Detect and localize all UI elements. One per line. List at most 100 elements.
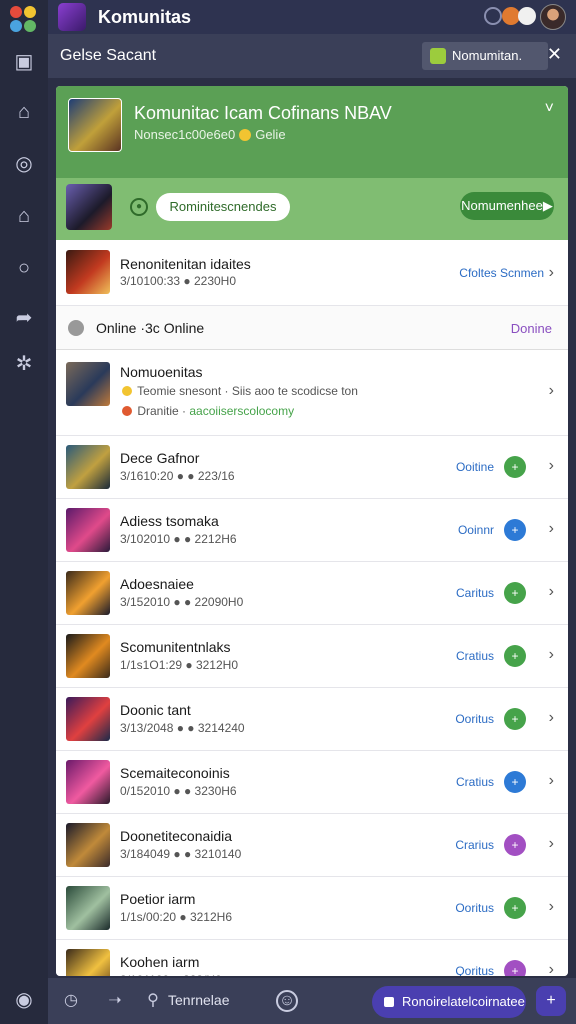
clock-icon[interactable]: ◷ [60,990,82,1012]
notification-icon[interactable] [518,7,536,25]
building-icon[interactable]: ⌂ [12,204,36,228]
compose-button[interactable]: + [536,986,566,1016]
search-icon[interactable]: ⚲ [142,990,164,1012]
member-action-button[interactable]: + [504,645,526,667]
member-row[interactable]: Koohen iarm 3/101100 ● 323/H0 Qoritus + › [56,940,568,976]
member-action-button[interactable]: + [504,771,526,793]
chevron-right-icon[interactable]: › [549,382,554,400]
home-icon[interactable]: ⌂ [12,100,36,124]
community-thumbnail [66,250,110,294]
featured-thumbnail [66,362,110,406]
member-status[interactable]: Ooinnr [458,523,494,537]
hero-title: Komunitac Icam Cofinans NBAV [134,103,392,123]
hero-banner: Komunitac Icam Cofinans NBAV Nonsec1c00e… [56,86,568,178]
collapse-icon[interactable]: ˅ [545,100,554,118]
account-icon[interactable]: ◉ [12,988,36,1012]
member-meta: 1/1s1O1:29 ● 3212H0 [120,658,238,672]
member-row[interactable]: Scemaiteconoinis 0/152010 ● ● 3230H6 Crati… [56,751,568,814]
search-icon[interactable]: ○ [12,256,36,280]
member-action-button[interactable]: + [504,456,526,478]
action-thumbnail [66,184,112,230]
chevron-right-icon[interactable]: › [549,709,554,727]
member-status[interactable]: Cratius [456,649,494,663]
featured-line2: Dranitie · aacoiiserscolocomy [120,404,294,418]
member-action-button[interactable]: + [504,897,526,919]
hero-subtitle: Nonsec1c00e6e0 Gelie [134,127,286,142]
member-row[interactable]: Doonetiteconaidia 3/184049 ● ● 3210140 Cra… [56,814,568,877]
member-row[interactable]: Doonic tant 3/13/2048 ● ● 3214240 Ooritus +… [56,688,568,751]
app-logo-icon[interactable] [10,6,38,34]
member-name: Adiess tsomaka [120,513,219,529]
sub-header: Gelse Sacant Nomumitan. ✕ [48,34,576,78]
member-status[interactable]: Cratius [456,775,494,789]
hero-thumbnail [68,98,122,152]
settings-icon[interactable]: ✲ [12,352,36,376]
member-thumbnail [66,949,110,976]
member-meta: 3/13/2048 ● ● 3214240 [120,721,245,735]
community-avatar[interactable] [58,3,86,31]
member-action-button[interactable]: + [504,582,526,604]
hero-subtitle-b: Gelie [255,127,286,142]
radio-icon[interactable]: ● [130,198,148,216]
chevron-right-icon[interactable]: › [549,264,554,282]
inbox-icon[interactable]: ▣ [12,50,36,74]
member-thumbnail [66,508,110,552]
member-status[interactable]: Crarius [455,838,494,852]
featured-name: Nomuoenitas [120,364,203,380]
chevron-right-icon[interactable]: › [549,835,554,853]
profile-avatar[interactable] [540,4,566,30]
member-status[interactable]: Qoritus [455,964,494,976]
community-pill[interactable]: Rominitescnendes [156,193,290,221]
member-status[interactable]: Ooritus [455,901,494,915]
join-button[interactable]: Nomumenhee▶ [460,192,554,220]
community-link[interactable]: Cfoltes Scnmen [459,266,544,280]
member-row[interactable]: Scomunitentnlaks 1/1s1O1:29 ● 3212H0 Crati… [56,625,568,688]
forward-icon[interactable]: ➝ [104,990,126,1012]
hero-subtitle-a: Nonsec1c00e6e0 [134,127,236,142]
member-action-button[interactable]: + [504,834,526,856]
chevron-right-icon[interactable]: › [549,583,554,601]
chevron-right-icon[interactable]: › [549,520,554,538]
chevron-right-icon[interactable]: › [549,772,554,790]
member-name: Koohen iarm [120,954,200,970]
chevron-right-icon[interactable]: › [549,457,554,475]
notification-chip[interactable]: Nomumitan. [422,42,548,70]
member-row[interactable]: Adiess tsomaka 3/102010 ● ● 2212H6 Ooinnr +… [56,499,568,562]
member-status[interactable]: Caritus [456,586,494,600]
close-icon[interactable]: ✕ [547,44,562,65]
chevron-right-icon[interactable]: › [549,898,554,916]
featured-row[interactable]: Nomuoenitas Teomie snesont · Siis aoo te… [56,350,568,436]
chevron-right-icon[interactable]: › [549,961,554,976]
emoji-icon[interactable]: ☺ [276,990,298,1012]
member-action-button[interactable]: + [504,708,526,730]
primary-button-icon [384,997,394,1007]
bottom-bar: ◷ ➝ ⚲ Tenrnelae ☺ Ronoirelatelcoirnatee … [48,978,576,1024]
featured-line2-b: aacoiiserscolocomy [189,404,295,418]
member-status[interactable]: Ooritus [455,712,494,726]
member-thumbnail [66,760,110,804]
member-row[interactable]: Poetior iarm 1/1s/00:20 ● 3212H6 Ooritus + › [56,877,568,940]
member-name: Scomunitentnlaks [120,639,231,655]
member-row[interactable]: Adoesnaiee 3/152010 ● ● 22090H0 Caritus + › [56,562,568,625]
share-icon[interactable]: ➦ [12,306,36,330]
status-icon[interactable] [484,7,502,25]
member-meta: 3/102010 ● ● 2212H6 [120,532,237,546]
member-action-button[interactable]: + [504,960,526,976]
online-bar: Online ·3c Online Donine [56,306,568,350]
member-thumbnail [66,697,110,741]
featured-line2-a: Dranitie · [137,404,187,418]
community-row[interactable]: Renonitenitan idaites 3/10100:33 ● 2230H… [56,240,568,306]
chat-icon[interactable]: ◎ [12,152,36,176]
member-meta: 1/1s/00:20 ● 3212H6 [120,910,232,924]
member-name: Dece Gafnor [120,450,200,466]
primary-button[interactable]: Ronoirelatelcoirnatee [372,986,526,1018]
online-icon [68,320,84,336]
app-title: Komunitas [98,7,192,27]
chevron-right-icon[interactable]: › [549,646,554,664]
action-row: ● Rominitescnendes Nomumenhee▶ [56,178,568,240]
search-label[interactable]: Tenrnelae [168,992,230,1008]
online-action[interactable]: Donine [511,321,552,336]
member-row[interactable]: Dece Gafnor 3/1610:20 ● ● 223/16 Ooitine + › [56,436,568,499]
member-action-button[interactable]: + [504,519,526,541]
member-status[interactable]: Ooitine [456,460,494,474]
